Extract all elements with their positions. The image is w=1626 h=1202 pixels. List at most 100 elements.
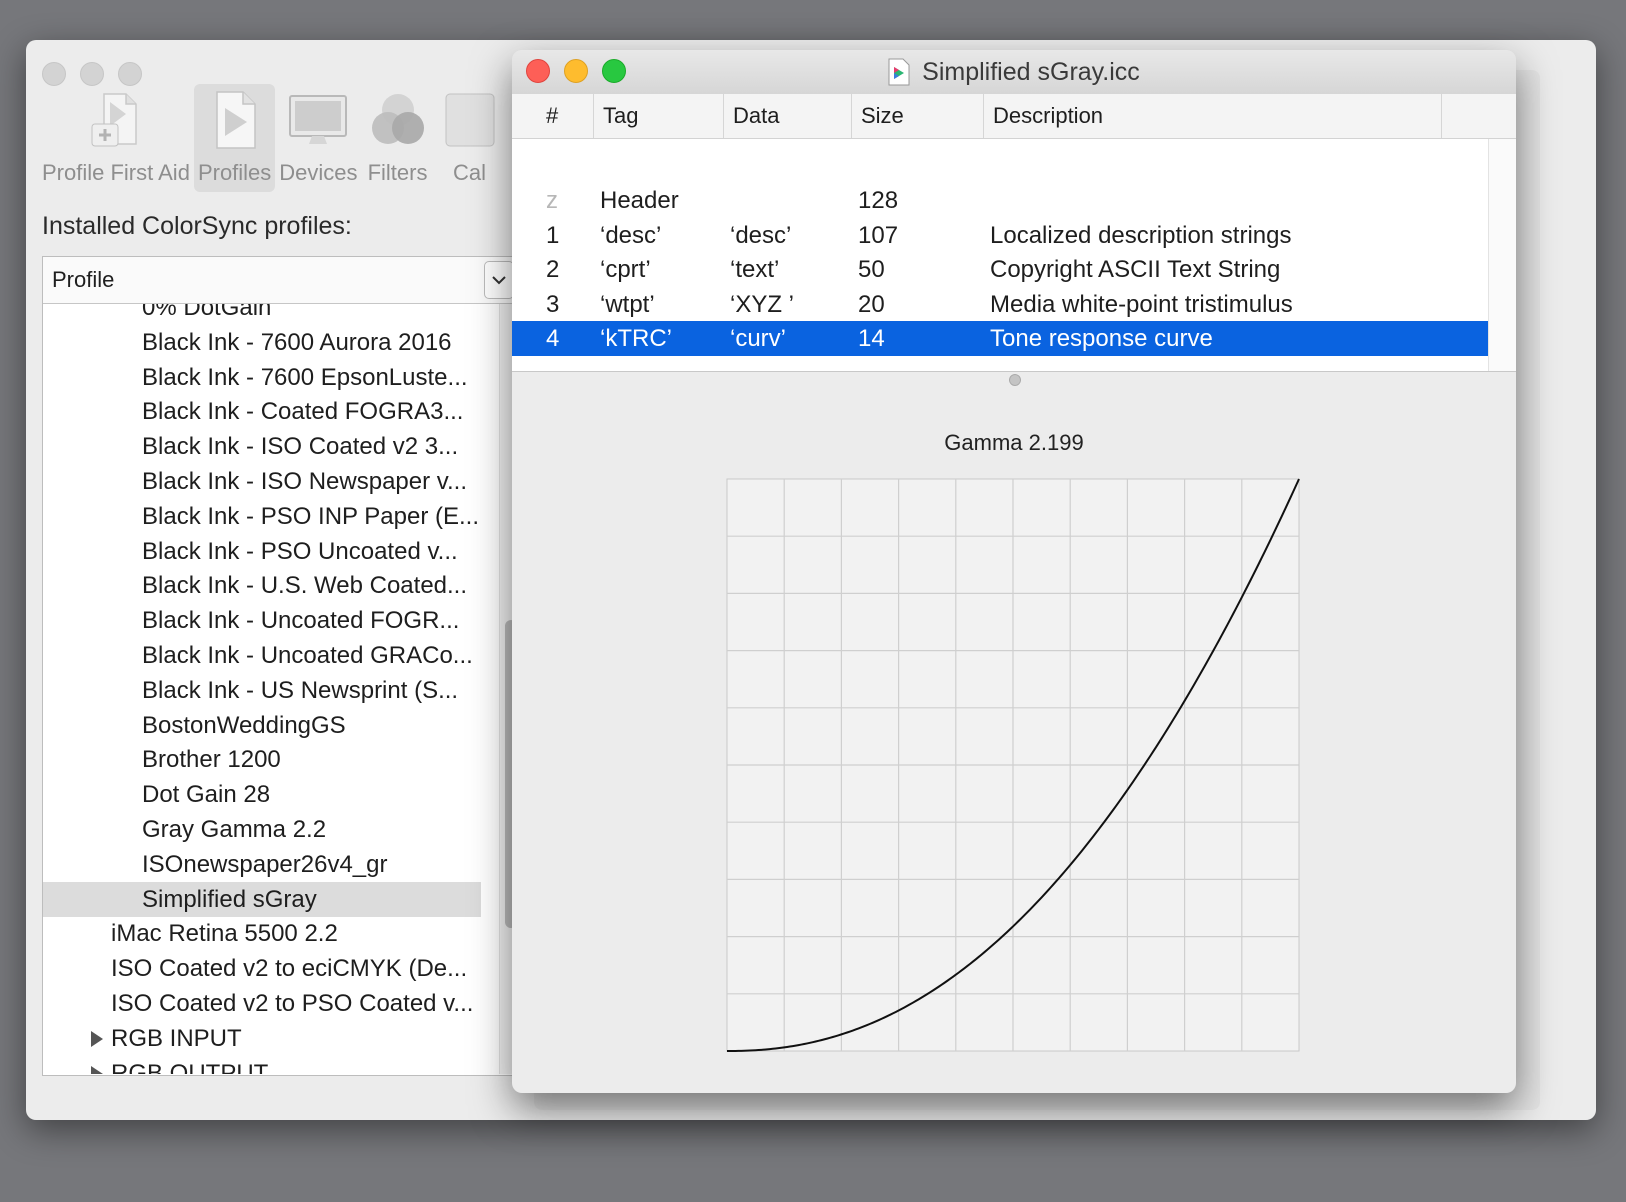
toolbar-devices[interactable]: Devices [275, 84, 361, 192]
cell-number: 2 [546, 256, 560, 284]
cell-data: ‘desc’ [730, 221, 792, 249]
profile-column-label: Profile [52, 267, 115, 292]
tag-table-row[interactable]: 4 ‘kTRC’ ‘curv’ 14 Tone response curve [512, 321, 1488, 357]
chevron-down-icon [492, 276, 506, 285]
profile-name: 0% DotGain [142, 304, 272, 321]
tag-table-row[interactable]: 1 ‘desc’ ‘desc’ 107 Localized description st… [512, 218, 1488, 253]
profile-name: Black Ink - 7600 EpsonLuste... [142, 363, 468, 391]
profile-list-item[interactable]: Gray Gamma 2.2 [43, 812, 481, 847]
cell-data: ‘text’ [730, 256, 780, 284]
profile-name: BostonWeddingGS [142, 711, 346, 739]
col-data[interactable]: Data [724, 94, 852, 138]
profile-name: Black Ink - Coated FOGRA3... [142, 398, 464, 426]
cell-description: Tone response curve [990, 325, 1213, 353]
profile-name: ISOnewspaper26v4_gr [142, 850, 388, 878]
profile-list-header[interactable]: Profile [43, 257, 559, 304]
cell-size: 20 [858, 290, 885, 318]
close-button[interactable] [42, 62, 66, 86]
minimize-button[interactable] [80, 62, 104, 86]
profile-list-item[interactable]: RGB OUTPUT [43, 1056, 481, 1074]
toolbar-profiles[interactable]: Profiles [193, 84, 276, 192]
tag-table-row[interactable]: 3 ‘wtpt’ ‘XYZ ’ 20 Media white-point tristim… [512, 287, 1488, 322]
profile-name: ISO Coated v2 to eciCMYK (De... [111, 955, 468, 983]
icc-document-icon [888, 58, 910, 86]
tag-table-header: # Tag Data Size Description [512, 94, 1516, 139]
profile-name: RGB OUTPUT [111, 1059, 269, 1074]
profile-list-item[interactable]: Black Ink - Uncoated FOGR... [43, 603, 481, 638]
profile-list-item[interactable]: Black Ink - ISO Coated v2 3... [43, 429, 481, 464]
filters-icon [371, 94, 424, 144]
toolbar: Profile First Aid Profiles Devices Filte… [38, 84, 506, 192]
devices-icon [289, 95, 348, 144]
toolbar-calculator[interactable]: Cal [434, 84, 506, 192]
profile-name: ISO Coated v2 to PSO Coated v... [111, 990, 474, 1017]
cell-size: 128 [858, 187, 899, 214]
profile-list-item[interactable]: iMac Retina 5500 2.2 [43, 916, 481, 951]
split-view-handle[interactable] [1009, 374, 1021, 386]
title-bar[interactable]: Simplified sGray.icc [512, 50, 1516, 95]
tag-table-row[interactable]: z Header 128 [512, 183, 1488, 218]
profile-list-item[interactable]: Black Ink - PSO Uncoated v... [43, 534, 481, 569]
profile-name: Gray Gamma 2.2 [142, 816, 327, 843]
cell-size: 14 [858, 325, 885, 353]
cell-description: Copyright ASCII Text String [990, 256, 1281, 284]
cell-tag: ‘kTRC’ [600, 325, 672, 353]
profile-list-item[interactable]: Black Ink - US Newsprint (S... [43, 673, 481, 708]
profile-inspector-window: Simplified sGray.icc # Tag Data Size Des… [512, 50, 1516, 1093]
disclosure-triangle-icon[interactable] [91, 1031, 103, 1048]
profile-name: RGB INPUT [111, 1024, 242, 1052]
zoom-button[interactable] [118, 62, 142, 86]
cell-data: ‘XYZ ’ [730, 290, 795, 318]
profile-name: Brother 1200 [142, 746, 281, 774]
col-size[interactable]: Size [852, 94, 984, 138]
profile-name: iMac Retina 5500 2.2 [111, 920, 338, 948]
window-title-text: Simplified sGray.icc [922, 57, 1140, 86]
cell-number: 3 [546, 290, 560, 318]
cell-number: 4 [546, 325, 560, 353]
cell-tag: ‘wtpt’ [600, 290, 655, 318]
profile-name: Dot Gain 28 [142, 781, 271, 809]
tag-table[interactable]: # Tag Data Size Description z Header 128 1 ‘… [512, 94, 1516, 372]
profile-name: Black Ink - Uncoated FOGR... [142, 607, 460, 635]
tag-table-row[interactable]: 2 ‘cprt’ ‘text’ 50 Copyright ASCII Text Stri… [512, 252, 1488, 287]
sort-popup-button[interactable] [484, 261, 514, 299]
calculator-icon [445, 93, 495, 147]
cell-tag: Header [600, 187, 679, 214]
profile-list-item[interactable]: Black Ink - 7600 EpsonLuste... [43, 360, 481, 395]
profile-list-item[interactable]: ISO Coated v2 to eciCMYK (De... [43, 951, 481, 986]
profile-name: Black Ink - ISO Newspaper v... [142, 468, 467, 495]
profile-list-item[interactable]: Black Ink - Uncoated GRACo... [43, 638, 481, 673]
profile-list-item[interactable]: Black Ink - 7600 Aurora 2016 [43, 325, 481, 360]
profile-name: Black Ink - US Newsprint (S... [142, 676, 459, 704]
first-aid-icon [91, 93, 137, 147]
cell-tag: ‘cprt’ [600, 256, 651, 284]
profile-list-item[interactable]: 0% DotGain [43, 304, 481, 325]
cell-description: Localized description strings [990, 221, 1292, 249]
inactive-window-controls [42, 62, 142, 86]
profile-list-item[interactable]: Black Ink - ISO Newspaper v... [43, 464, 481, 499]
profile-name: Black Ink - ISO Coated v2 3... [142, 433, 459, 461]
profile-list[interactable]: Profile RGB OUTPUT RGB INPUT ISO Coated v2… [42, 256, 560, 1076]
profile-list-item[interactable]: ISO Coated v2 to PSO Coated v... [43, 986, 481, 1021]
tone-response-curve-chart [726, 478, 1300, 1052]
profile-list-item[interactable]: BostonWeddingGS [43, 708, 481, 743]
col-description[interactable]: Description [984, 94, 1442, 138]
profile-list-item[interactable]: RGB INPUT [43, 1021, 481, 1056]
profile-list-item[interactable]: Dot Gain 28 [43, 777, 481, 812]
disclosure-triangle-icon[interactable] [91, 1066, 103, 1074]
profile-name: Black Ink - 7600 Aurora 2016 [142, 328, 452, 356]
table-scroll-track[interactable] [1488, 139, 1516, 371]
profile-list-item[interactable]: Black Ink - Coated FOGRA3... [43, 394, 481, 429]
col-number[interactable]: # [512, 94, 594, 138]
profile-list-item[interactable]: ISOnewspaper26v4_gr [43, 847, 481, 882]
profile-list-item[interactable]: Simplified sGray [43, 881, 481, 917]
col-tag[interactable]: Tag [594, 94, 724, 138]
profile-list-item[interactable]: Brother 1200 [43, 742, 481, 777]
cell-size: 107 [858, 221, 899, 249]
profile-rows: RGB OUTPUT RGB INPUT ISO Coated v2 to PSO … [43, 304, 559, 1074]
toolbar-filters[interactable]: Filters [362, 84, 434, 192]
profile-list-item[interactable]: Black Ink - PSO INP Paper (E... [43, 499, 481, 534]
profile-list-item[interactable]: Black Ink - U.S. Web Coated... [43, 568, 481, 603]
profile-name: Black Ink - PSO Uncoated v... [142, 537, 458, 565]
toolbar-profile-first-aid[interactable]: Profile First Aid [38, 84, 194, 192]
